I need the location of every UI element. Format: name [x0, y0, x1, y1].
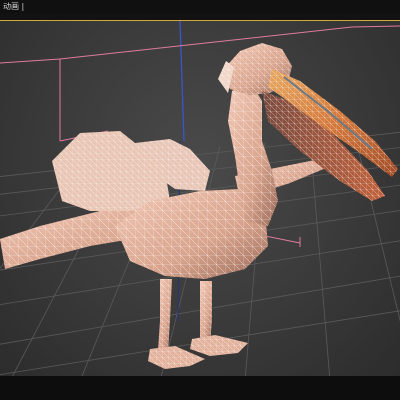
world-z-axis [179, 21, 185, 142]
window-title: 动画 | [3, 2, 25, 11]
viewport-header [0, 13, 400, 20]
3d-viewport[interactable] [0, 20, 400, 376]
title-bar: 动画 | [0, 0, 400, 13]
viewport-scene [0, 21, 400, 376]
status-bar [0, 376, 400, 400]
app-window: 动画 | [0, 0, 400, 400]
